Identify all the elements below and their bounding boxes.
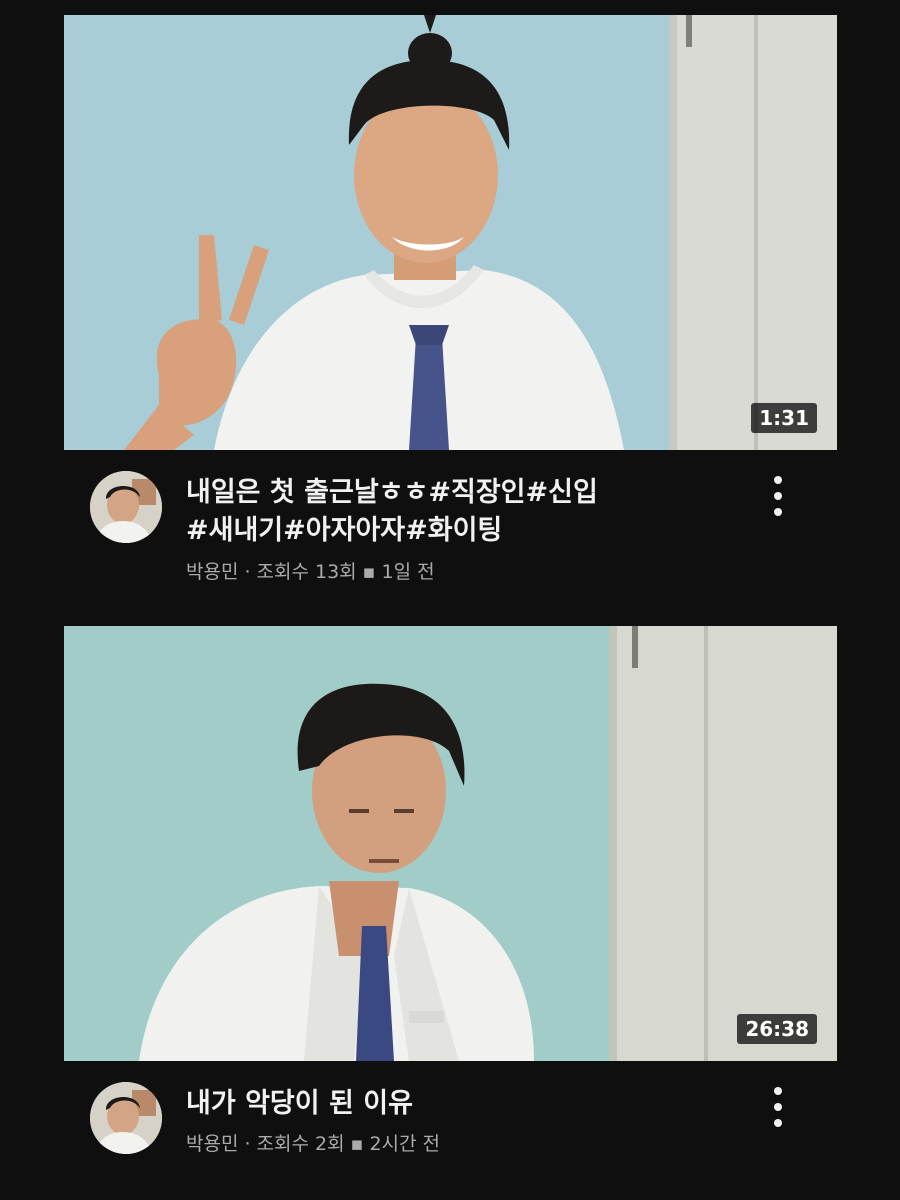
video-title-line: 내일은 첫 출근날ㅎㅎ#직장인#신입: [186, 477, 598, 508]
video-title-line: #새내기#아자아자#화이팅: [186, 515, 503, 546]
more-dot: [774, 1119, 782, 1127]
meta-separator: ·: [244, 561, 251, 583]
upload-age: 1일 전: [381, 561, 435, 583]
video-title[interactable]: 내가 악당이 된 이유: [186, 1085, 706, 1123]
upload-age: 2시간 전: [369, 1133, 441, 1155]
video-duration: 1:31: [751, 403, 817, 433]
more-dot: [774, 1087, 782, 1095]
view-count: 조회수 2회: [256, 1133, 345, 1155]
meta-separator: ▪: [350, 1133, 364, 1155]
thumbnail-image: [64, 15, 837, 450]
video-meta: 박용민 · 조회수 2회 ▪ 2시간 전: [186, 1129, 440, 1156]
more-dot: [774, 492, 782, 500]
more-vertical-icon[interactable]: [768, 1087, 788, 1127]
meta-separator: ·: [244, 1133, 251, 1155]
video-title-line: 내가 악당이 된 이유: [186, 1088, 413, 1119]
video-item: 26:38 내가 악당이 된 이유 박용민 · 조회수 2회 ▪ 2시간 전: [0, 610, 900, 1200]
more-dot: [774, 1103, 782, 1111]
channel-name[interactable]: 박용민: [186, 1133, 238, 1155]
avatar-image: [90, 1082, 162, 1154]
video-duration: 26:38: [737, 1014, 817, 1044]
video-item: 1:31 내일은 첫 출근날ㅎㅎ#직장인#신입 #새내기#아자아자#화이팅 박용…: [0, 0, 900, 610]
view-count: 조회수 13회: [256, 561, 357, 583]
more-vertical-icon[interactable]: [768, 476, 788, 516]
video-thumbnail[interactable]: 26:38: [64, 626, 837, 1061]
channel-name[interactable]: 박용민: [186, 561, 238, 583]
more-dot: [774, 476, 782, 484]
video-title[interactable]: 내일은 첫 출근날ㅎㅎ#직장인#신입 #새내기#아자아자#화이팅: [186, 474, 706, 550]
meta-separator: ▪: [362, 561, 376, 583]
channel-avatar[interactable]: [90, 471, 162, 543]
more-dot: [774, 508, 782, 516]
video-meta: 박용민 · 조회수 13회 ▪ 1일 전: [186, 557, 435, 584]
channel-avatar[interactable]: [90, 1082, 162, 1154]
thumbnail-image: [64, 626, 837, 1061]
avatar-image: [90, 471, 162, 543]
video-thumbnail[interactable]: 1:31: [64, 15, 837, 450]
